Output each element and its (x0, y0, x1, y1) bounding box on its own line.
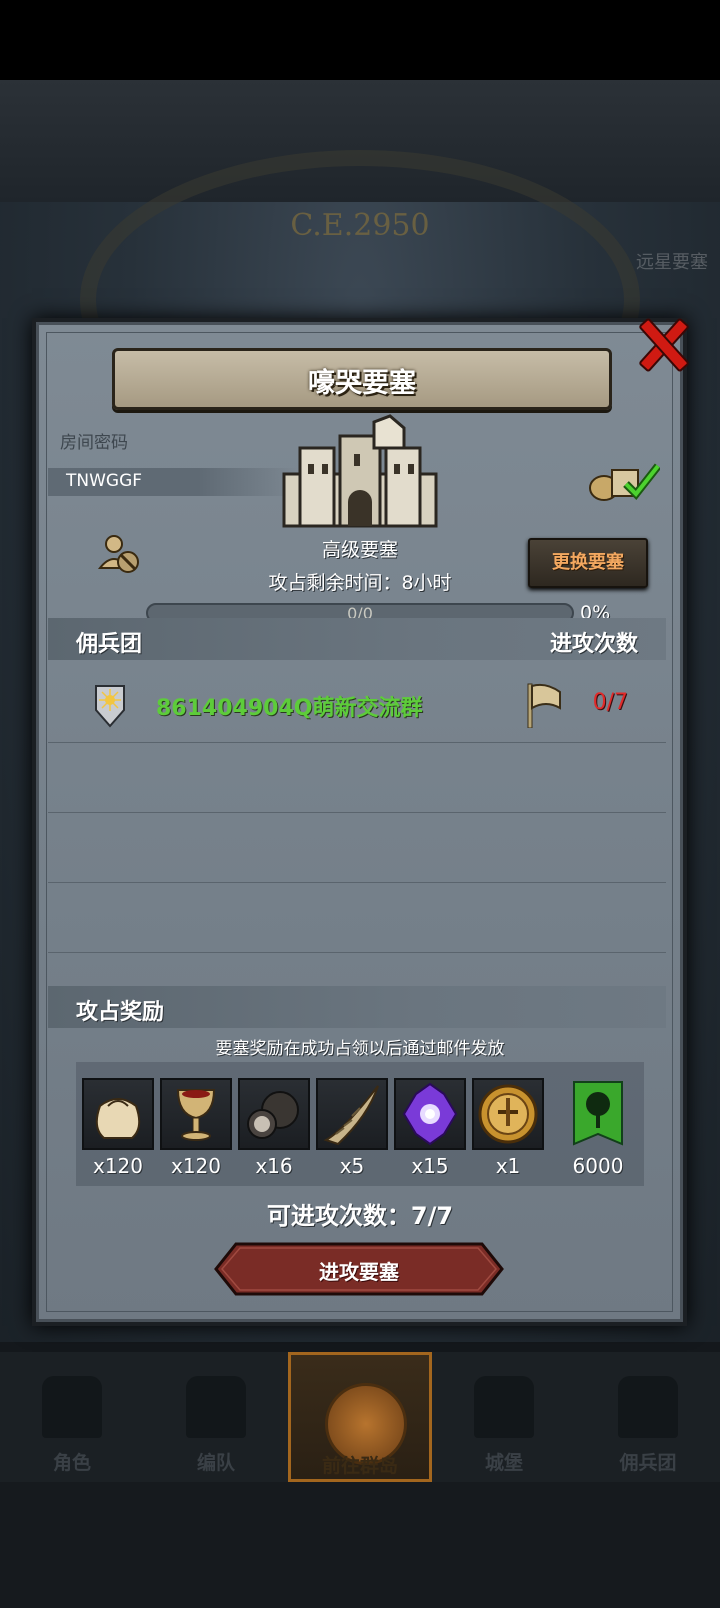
formation-icon (186, 1376, 246, 1438)
reward-item[interactable]: x120 (82, 1078, 154, 1178)
attack-count-header: 进攻次数 (549, 632, 638, 657)
guild-shield-icon (95, 685, 125, 728)
list-divider (48, 882, 666, 883)
attack-fortress-button[interactable]: 进攻要塞 (214, 1242, 504, 1296)
nav-item-formation[interactable]: 编队 (144, 1352, 288, 1482)
mercenary-icon (618, 1376, 678, 1438)
bottom-area (0, 1482, 720, 1608)
reward-slot (82, 1078, 154, 1150)
reward-quantity: 6000 (572, 1154, 624, 1178)
guild-name: 861404904Q萌新交流群 (156, 696, 423, 721)
purple-crystal-icon (402, 1082, 458, 1146)
nav-item-mercenary[interactable]: 佣兵团 (576, 1352, 720, 1482)
bag-check-icon[interactable] (588, 460, 660, 502)
reward-slot (316, 1078, 388, 1150)
reward-quantity: x16 (255, 1154, 293, 1178)
reward-item[interactable]: 6000 (562, 1078, 634, 1178)
status-bar-area (0, 0, 720, 80)
background-hint: 远星要塞 (636, 252, 708, 273)
reward-quantity: x120 (170, 1154, 221, 1178)
room-code-label: 房间密码 (60, 433, 128, 453)
reward-section-header: 攻占奖励 (48, 986, 666, 1028)
list-divider (48, 812, 666, 813)
knight-helmet-medal-icon (478, 1084, 538, 1144)
nav-label: 角色 (52, 1452, 91, 1474)
reward-quantity: x15 (411, 1154, 449, 1178)
dialog-title: 嚎哭要塞 (308, 368, 416, 399)
table-row[interactable]: 861404904Q萌新交流群 0/7 (48, 668, 666, 743)
nav-label: 城堡 (484, 1452, 523, 1474)
reward-note: 要塞奖励在成功占领以后通过邮件发放 (215, 1039, 505, 1059)
reward-item[interactable]: x120 (160, 1078, 232, 1178)
truffle-icon (247, 1091, 299, 1139)
nav-item-castle[interactable]: 城堡 (432, 1352, 576, 1482)
mercenary-header: 佣兵团 (76, 632, 143, 657)
reward-item[interactable]: x5 (316, 1078, 388, 1178)
room-code: TNWGGF (66, 471, 143, 491)
room-code-band: TNWGGF (48, 468, 298, 496)
character-icon (42, 1376, 102, 1438)
list-divider (48, 952, 666, 953)
reward-header: 攻占奖励 (76, 1000, 165, 1025)
nav-item-character[interactable]: 角色 (0, 1352, 144, 1482)
guild-attack-count: 0/7 (592, 690, 628, 715)
bottom-nav: 角色 编队 前往群岛 城堡 佣兵团 (0, 1352, 720, 1482)
attacks-remaining: 可进攻次数：7/7 (266, 1202, 454, 1230)
attack-fortress-label: 进攻要塞 (319, 1260, 399, 1284)
tree-banner-icon (573, 1081, 623, 1146)
nav-label: 前往群岛 (321, 1455, 398, 1477)
nav-label: 佣兵团 (619, 1452, 677, 1474)
title-banner: 嚎哭要塞 (112, 348, 612, 410)
flag-icon (527, 683, 561, 728)
castle-nav-icon (474, 1376, 534, 1438)
mercenary-section-header: 佣兵团 进攻次数 (48, 618, 666, 660)
remaining-time: 攻占剩余时间：8小时 (268, 572, 452, 594)
reward-slot (394, 1078, 466, 1150)
reward-slot (160, 1078, 232, 1150)
castle-icon (282, 414, 438, 528)
nav-label: 编队 (196, 1452, 235, 1474)
reward-quantity: x5 (339, 1154, 365, 1178)
close-button[interactable] (636, 316, 690, 373)
reward-quantity: x1 (495, 1154, 521, 1178)
reward-slot (472, 1078, 544, 1150)
reward-item[interactable]: x16 (238, 1078, 310, 1178)
money-bag-icon (95, 1098, 141, 1139)
reward-slot (238, 1078, 310, 1150)
nav-item-islands[interactable]: 前往群岛 (288, 1352, 432, 1482)
reward-item[interactable]: x15 (394, 1078, 466, 1178)
reward-item[interactable]: x1 (472, 1078, 544, 1178)
goblet-icon (176, 1089, 216, 1141)
horn-icon (323, 1085, 379, 1146)
era-label: C.E.2950 (290, 208, 430, 243)
reward-quantity: x120 (92, 1154, 143, 1178)
